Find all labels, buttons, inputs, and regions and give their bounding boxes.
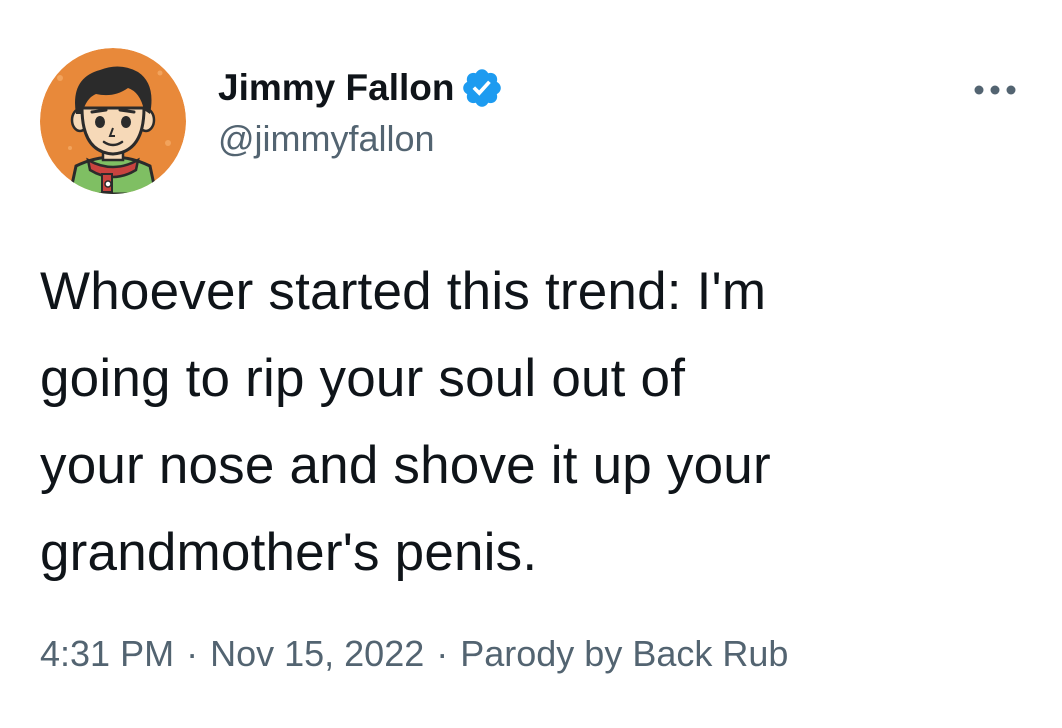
cartoon-portrait-avatar-icon	[40, 48, 186, 194]
tweet-card: Jimmy Fallon @jimmyfallon Whoever starte…	[0, 0, 1062, 728]
more-options-button[interactable]	[965, 70, 1025, 110]
verified-badge-icon	[460, 66, 504, 110]
tweet-text-line: grandmother's penis.	[40, 523, 538, 582]
tweet-source[interactable]: Parody by Back Rub	[460, 633, 788, 674]
tweet-time[interactable]: 4:31 PM	[40, 633, 174, 674]
avatar[interactable]	[40, 48, 186, 194]
author-name-row[interactable]: Jimmy Fallon	[218, 66, 504, 110]
tweet-date[interactable]: Nov 15, 2022	[210, 633, 424, 674]
tweet-metadata: 4:31 PM · Nov 15, 2022 · Parody by Back Rub	[40, 632, 788, 676]
ellipsis-icon	[974, 85, 1016, 95]
author-info: Jimmy Fallon @jimmyfallon	[218, 66, 504, 160]
tweet-text-line: your nose and shove it up your	[40, 436, 771, 495]
author-handle[interactable]: @jimmyfallon	[218, 118, 504, 160]
tweet-text-line: going to rip your soul out of	[40, 349, 686, 408]
tweet-text: Whoever started this trend: I'm going to…	[40, 248, 1030, 596]
author-display-name[interactable]: Jimmy Fallon	[218, 66, 454, 110]
separator: ·	[186, 633, 199, 674]
tweet-text-line: Whoever started this trend: I'm	[40, 262, 767, 321]
separator: ·	[436, 633, 449, 674]
